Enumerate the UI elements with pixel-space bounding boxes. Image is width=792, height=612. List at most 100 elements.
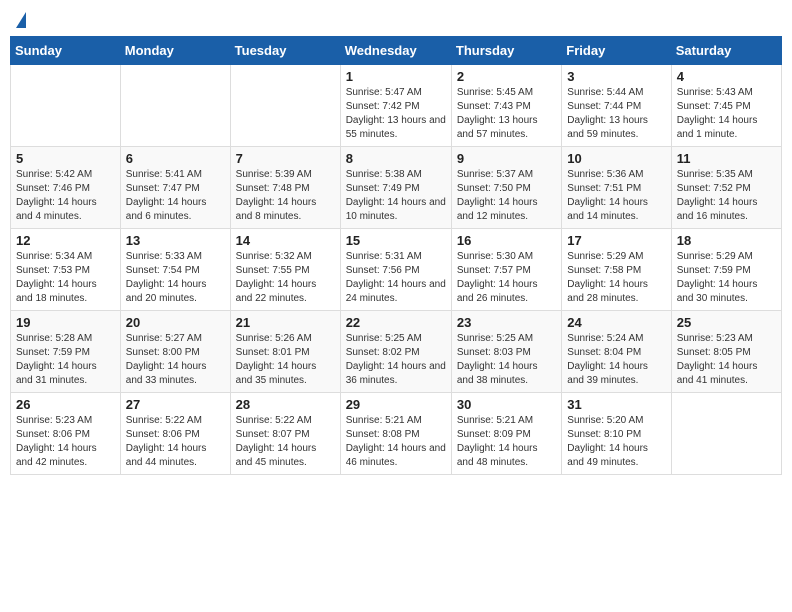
day-number: 11 (677, 151, 776, 166)
day-number: 13 (126, 233, 225, 248)
day-number: 21 (236, 315, 335, 330)
calendar-cell: 8 Sunrise: 5:38 AM Sunset: 7:49 PM Daylig… (340, 147, 451, 229)
day-number: 24 (567, 315, 665, 330)
day-number: 19 (16, 315, 115, 330)
day-number: 23 (457, 315, 556, 330)
calendar-cell: 16Sunrise: 5:30 AM Sunset: 7:57 PM Dayli… (451, 229, 561, 311)
day-info: Sunrise: 5:34 AM Sunset: 7:53 PM Dayligh… (16, 250, 115, 306)
day-number: 26 (16, 397, 115, 412)
calendar-cell: 27Sunrise: 5:22 AM Sunset: 8:06 PM Dayli… (120, 393, 230, 475)
day-number: 28 (236, 397, 335, 412)
calendar-cell: 23 Sunrise: 5:25 AM Sunset: 8:03 PM Dayli… (451, 311, 561, 393)
day-info: Sunrise: 5:36 AM Sunset: 7:51 PM Dayligh… (567, 168, 665, 224)
calendar-cell: 12 Sunrise: 5:34 AM Sunset: 7:53 PM Dayli… (11, 229, 121, 311)
day-info: Sunrise: 5:33 AM Sunset: 7:54 PM Dayligh… (126, 250, 225, 306)
day-info: Sunrise: 5:39 AM Sunset: 7:48 PM Dayligh… (236, 168, 335, 224)
day-info: Sunrise: 5:44 AM Sunset: 7:44 PM Dayligh… (567, 86, 665, 142)
day-number: 9 (457, 151, 556, 166)
calendar-cell: 9Sunrise: 5:37 AM Sunset: 7:50 PM Daylig… (451, 147, 561, 229)
calendar-cell: 14 Sunrise: 5:32 AM Sunset: 7:55 PM Dayli… (230, 229, 340, 311)
calendar-cell: 20 Sunrise: 5:27 AM Sunset: 8:00 PM Dayli… (120, 311, 230, 393)
logo (14, 14, 26, 28)
calendar-cell: 18Sunrise: 5:29 AM Sunset: 7:59 PM Dayli… (671, 229, 781, 311)
calendar-week-row: 5 Sunrise: 5:42 AM Sunset: 7:46 PM Daylig… (11, 147, 782, 229)
day-number: 14 (236, 233, 335, 248)
calendar-cell (671, 393, 781, 475)
day-info: Sunrise: 5:24 AM Sunset: 8:04 PM Dayligh… (567, 332, 665, 388)
calendar-cell: 1 Sunrise: 5:47 AM Sunset: 7:42 PM Daylig… (340, 65, 451, 147)
day-info: Sunrise: 5:27 AM Sunset: 8:00 PM Dayligh… (126, 332, 225, 388)
day-info: Sunrise: 5:47 AM Sunset: 7:42 PM Dayligh… (346, 86, 446, 142)
calendar-cell: 26 Sunrise: 5:23 AM Sunset: 8:06 PM Dayli… (11, 393, 121, 475)
calendar-cell: 17 Sunrise: 5:29 AM Sunset: 7:58 PM Dayli… (562, 229, 671, 311)
day-info: Sunrise: 5:25 AM Sunset: 8:03 PM Dayligh… (457, 332, 556, 388)
calendar-cell: 4Sunrise: 5:43 AM Sunset: 7:45 PM Daylig… (671, 65, 781, 147)
day-header-saturday: Saturday (671, 37, 781, 65)
day-number: 12 (16, 233, 115, 248)
day-info: Sunrise: 5:31 AM Sunset: 7:56 PM Dayligh… (346, 250, 446, 306)
day-info: Sunrise: 5:38 AM Sunset: 7:49 PM Dayligh… (346, 168, 446, 224)
day-info: Sunrise: 5:26 AM Sunset: 8:01 PM Dayligh… (236, 332, 335, 388)
calendar-cell: 13 Sunrise: 5:33 AM Sunset: 7:54 PM Dayli… (120, 229, 230, 311)
calendar-cell: 11 Sunrise: 5:35 AM Sunset: 7:52 PM Dayli… (671, 147, 781, 229)
day-number: 29 (346, 397, 446, 412)
day-header-sunday: Sunday (11, 37, 121, 65)
day-info: Sunrise: 5:45 AM Sunset: 7:43 PM Dayligh… (457, 86, 556, 142)
day-number: 3 (567, 69, 665, 84)
day-number: 18 (677, 233, 776, 248)
day-number: 17 (567, 233, 665, 248)
calendar-cell: 10 Sunrise: 5:36 AM Sunset: 7:51 PM Dayli… (562, 147, 671, 229)
page-header (10, 10, 782, 28)
day-number: 27 (126, 397, 225, 412)
calendar-cell (120, 65, 230, 147)
day-header-monday: Monday (120, 37, 230, 65)
day-info: Sunrise: 5:21 AM Sunset: 8:09 PM Dayligh… (457, 414, 556, 470)
day-number: 1 (346, 69, 446, 84)
day-info: Sunrise: 5:22 AM Sunset: 8:07 PM Dayligh… (236, 414, 335, 470)
calendar-cell: 28 Sunrise: 5:22 AM Sunset: 8:07 PM Dayli… (230, 393, 340, 475)
calendar-week-row: 26 Sunrise: 5:23 AM Sunset: 8:06 PM Dayli… (11, 393, 782, 475)
day-header-wednesday: Wednesday (340, 37, 451, 65)
calendar-cell: 3 Sunrise: 5:44 AM Sunset: 7:44 PM Daylig… (562, 65, 671, 147)
calendar-header-row: SundayMondayTuesdayWednesdayThursdayFrid… (11, 37, 782, 65)
calendar-cell: 30 Sunrise: 5:21 AM Sunset: 8:09 PM Dayli… (451, 393, 561, 475)
day-number: 8 (346, 151, 446, 166)
calendar-cell: 19Sunrise: 5:28 AM Sunset: 7:59 PM Dayli… (11, 311, 121, 393)
day-number: 15 (346, 233, 446, 248)
calendar-week-row: 12 Sunrise: 5:34 AM Sunset: 7:53 PM Dayli… (11, 229, 782, 311)
day-info: Sunrise: 5:29 AM Sunset: 7:58 PM Dayligh… (567, 250, 665, 306)
calendar-cell: 6 Sunrise: 5:41 AM Sunset: 7:47 PM Daylig… (120, 147, 230, 229)
day-number: 22 (346, 315, 446, 330)
day-info: Sunrise: 5:42 AM Sunset: 7:46 PM Dayligh… (16, 168, 115, 224)
day-number: 20 (126, 315, 225, 330)
calendar-week-row: 19Sunrise: 5:28 AM Sunset: 7:59 PM Dayli… (11, 311, 782, 393)
calendar-week-row: 1 Sunrise: 5:47 AM Sunset: 7:42 PM Daylig… (11, 65, 782, 147)
calendar-cell: 29 Sunrise: 5:21 AM Sunset: 8:08 PM Dayli… (340, 393, 451, 475)
day-info: Sunrise: 5:35 AM Sunset: 7:52 PM Dayligh… (677, 168, 776, 224)
day-number: 16 (457, 233, 556, 248)
calendar-cell: 31 Sunrise: 5:20 AM Sunset: 8:10 PM Dayli… (562, 393, 671, 475)
calendar-cell: 15 Sunrise: 5:31 AM Sunset: 7:56 PM Dayli… (340, 229, 451, 311)
calendar-cell: 2 Sunrise: 5:45 AM Sunset: 7:43 PM Daylig… (451, 65, 561, 147)
day-info: Sunrise: 5:32 AM Sunset: 7:55 PM Dayligh… (236, 250, 335, 306)
day-info: Sunrise: 5:25 AM Sunset: 8:02 PM Dayligh… (346, 332, 446, 388)
calendar-cell: 21 Sunrise: 5:26 AM Sunset: 8:01 PM Dayli… (230, 311, 340, 393)
day-number: 10 (567, 151, 665, 166)
day-header-thursday: Thursday (451, 37, 561, 65)
day-info: Sunrise: 5:41 AM Sunset: 7:47 PM Dayligh… (126, 168, 225, 224)
day-info: Sunrise: 5:20 AM Sunset: 8:10 PM Dayligh… (567, 414, 665, 470)
calendar-cell: 24 Sunrise: 5:24 AM Sunset: 8:04 PM Dayli… (562, 311, 671, 393)
logo-triangle-icon (16, 12, 26, 28)
day-number: 30 (457, 397, 556, 412)
day-info: Sunrise: 5:23 AM Sunset: 8:05 PM Dayligh… (677, 332, 776, 388)
day-number: 6 (126, 151, 225, 166)
day-info: Sunrise: 5:23 AM Sunset: 8:06 PM Dayligh… (16, 414, 115, 470)
day-header-tuesday: Tuesday (230, 37, 340, 65)
day-number: 2 (457, 69, 556, 84)
day-info: Sunrise: 5:21 AM Sunset: 8:08 PM Dayligh… (346, 414, 446, 470)
day-number: 7 (236, 151, 335, 166)
day-header-friday: Friday (562, 37, 671, 65)
day-number: 31 (567, 397, 665, 412)
calendar-cell: 25Sunrise: 5:23 AM Sunset: 8:05 PM Dayli… (671, 311, 781, 393)
day-number: 5 (16, 151, 115, 166)
